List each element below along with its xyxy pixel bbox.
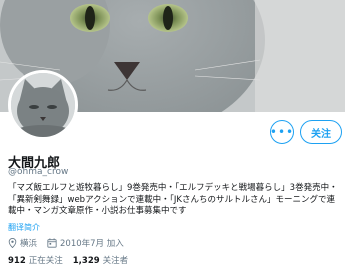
translate-bio-link[interactable]: 翻译简介 bbox=[8, 222, 40, 233]
location-text: 横浜 bbox=[20, 239, 38, 249]
profile-meta: 横浜 2010年7月 加入 bbox=[8, 237, 134, 249]
avatar-cat-image bbox=[11, 73, 75, 137]
profile-stats: 912 正在关注 1,329 关注者 bbox=[8, 254, 138, 266]
follow-button[interactable]: 关注 bbox=[300, 120, 342, 144]
following-label: 正在关注 bbox=[28, 256, 63, 266]
location-item: 横浜 bbox=[8, 237, 37, 249]
joined-item: 2010年7月 加入 bbox=[47, 237, 124, 249]
following-count: 912 bbox=[8, 256, 26, 266]
joined-text: 2010年7月 加入 bbox=[60, 239, 124, 249]
followers-stat[interactable]: 1,329 关注者 bbox=[73, 254, 128, 266]
profile-bio: 「マズ飯エルフと遊牧暮らし」9巻発売中・「エルフデッキと戦場暮らし」3巻発売中・… bbox=[8, 183, 338, 216]
user-handle: @ohma_crow bbox=[8, 167, 69, 177]
location-pin-icon bbox=[8, 238, 17, 248]
profile-avatar[interactable] bbox=[8, 70, 78, 140]
calendar-icon bbox=[47, 238, 57, 248]
followers-label: 关注者 bbox=[102, 256, 129, 266]
more-options-icon: ••• bbox=[269, 125, 295, 139]
following-stat[interactable]: 912 正在关注 bbox=[8, 254, 63, 266]
followers-count: 1,329 bbox=[72, 256, 100, 266]
follow-button-label: 关注 bbox=[311, 128, 331, 140]
more-options-button[interactable]: ••• bbox=[270, 120, 294, 144]
